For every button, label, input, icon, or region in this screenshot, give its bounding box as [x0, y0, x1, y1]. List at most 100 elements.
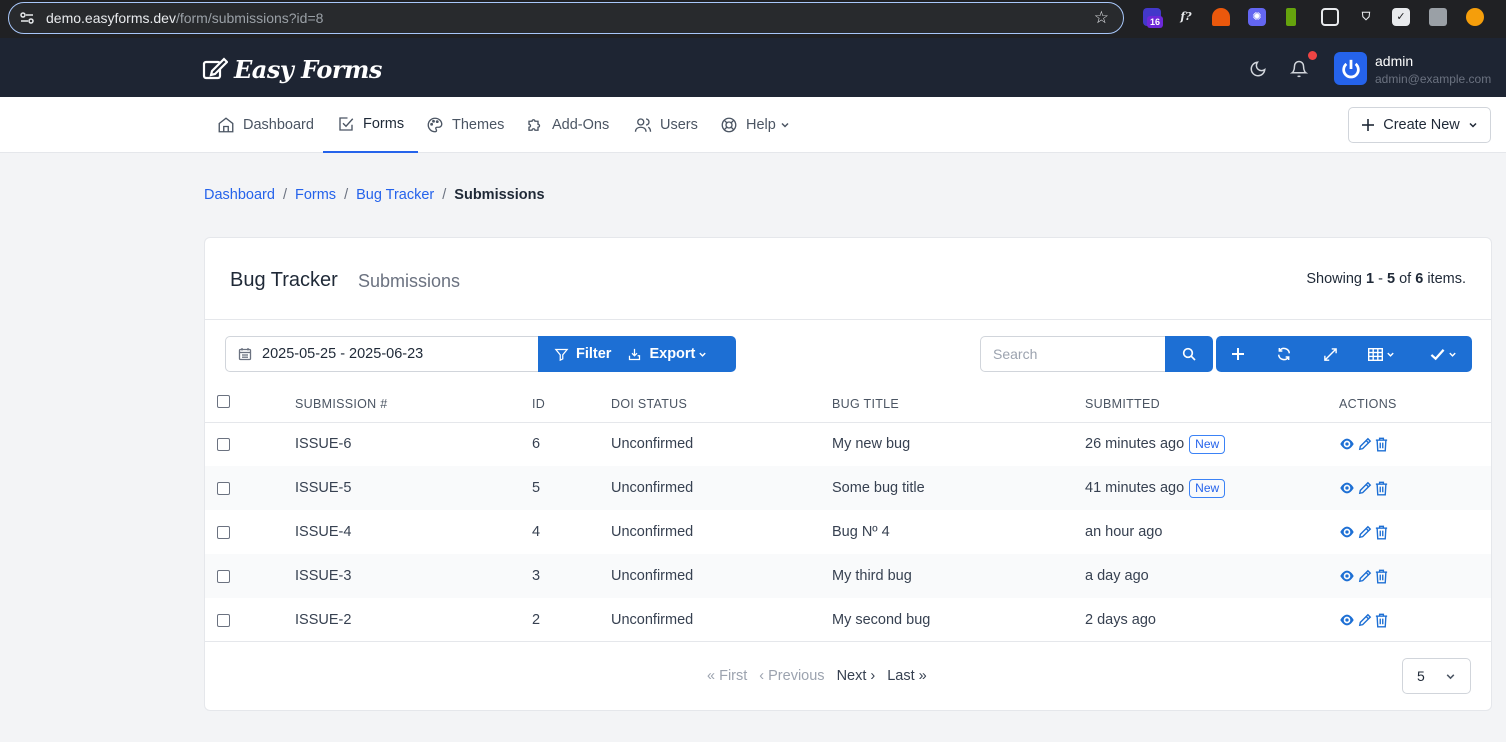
filter-button[interactable]: Filter: [538, 336, 627, 372]
submission-cell[interactable]: ISSUE-5: [295, 466, 532, 510]
extension-icon[interactable]: [1321, 8, 1339, 26]
table-row[interactable]: ISSUE-5 5 Unconfirmed Some bug title 41 minu…: [205, 466, 1491, 510]
row-checkbox[interactable]: [217, 437, 230, 451]
pagination-previous[interactable]: ‹ Previous: [759, 668, 824, 684]
submission-cell[interactable]: ISSUE-6: [295, 422, 532, 466]
column-header-bug-title[interactable]: BUG TITLE: [832, 386, 1085, 423]
search-button[interactable]: [1165, 336, 1213, 372]
edit-pencil-icon[interactable]: [1358, 569, 1372, 583]
create-new-button[interactable]: Create New: [1348, 107, 1491, 143]
submission-cell[interactable]: ISSUE-4: [295, 510, 532, 554]
address-bar[interactable]: demo.easyforms.dev/form/submissions?id=8…: [8, 2, 1124, 34]
add-submission-button[interactable]: [1216, 336, 1260, 372]
view-icon[interactable]: [1339, 569, 1355, 583]
edit-pencil-icon[interactable]: [1358, 437, 1372, 451]
extension-icon[interactable]: [1286, 8, 1296, 26]
export-button[interactable]: Export: [627, 336, 723, 372]
row-checkbox[interactable]: [217, 481, 230, 495]
row-checkbox[interactable]: [217, 569, 230, 583]
notifications-bell-icon[interactable]: [1290, 60, 1308, 78]
extension-badge: 16: [1147, 16, 1164, 28]
extension-icon[interactable]: ✺: [1248, 8, 1266, 26]
column-header-doi-status[interactable]: DOI STATUS: [611, 386, 832, 423]
nav-item-forms[interactable]: Forms: [323, 97, 419, 153]
breadcrumb-bug-tracker[interactable]: Bug Tracker: [356, 187, 434, 203]
fullscreen-button[interactable]: [1308, 336, 1352, 372]
logo[interactable]: Easy Forms: [202, 54, 382, 84]
chevron-down-icon: [1386, 352, 1394, 357]
view-icon[interactable]: [1339, 613, 1355, 627]
edit-pencil-icon[interactable]: [1358, 525, 1372, 539]
pagination-first[interactable]: « First: [707, 668, 747, 684]
view-icon[interactable]: [1339, 437, 1355, 451]
nav-label: Users: [660, 117, 698, 133]
select-all-checkbox[interactable]: [217, 395, 230, 409]
edit-pencil-icon[interactable]: [1358, 481, 1372, 495]
delete-trash-icon[interactable]: [1375, 481, 1388, 496]
pagination-last[interactable]: Last »: [887, 668, 927, 684]
status-badge: New: [1189, 434, 1226, 454]
edit-logo-icon: [202, 57, 228, 80]
breadcrumb-separator: /: [442, 187, 447, 203]
nav-item-themes[interactable]: Themes: [426, 97, 504, 153]
table-row[interactable]: ISSUE-2 2 Unconfirmed My second bug 2 days a…: [205, 598, 1491, 642]
nav-item-users[interactable]: Users: [634, 97, 698, 153]
row-checkbox[interactable]: [217, 613, 230, 627]
breadcrumb-dashboard[interactable]: Dashboard: [204, 187, 275, 203]
row-checkbox[interactable]: [217, 525, 230, 539]
per-page-select[interactable]: 5: [1402, 658, 1471, 694]
search-input[interactable]: [980, 336, 1166, 372]
date-range-input[interactable]: 2025-05-25 - 2025-06-23: [225, 336, 539, 372]
delete-trash-icon[interactable]: [1375, 525, 1388, 540]
actions-cell: [1339, 422, 1491, 466]
row-select-cell: [205, 510, 295, 554]
logo-text: Easy Forms: [234, 54, 382, 84]
user-name[interactable]: admin: [1375, 53, 1413, 69]
view-icon[interactable]: [1339, 525, 1355, 539]
doi-status-cell: Unconfirmed: [611, 612, 694, 628]
column-header-submission[interactable]: SUBMISSION #: [295, 386, 532, 423]
breadcrumb-forms[interactable]: Forms: [295, 187, 336, 203]
bulk-actions-button[interactable]: [1414, 336, 1472, 372]
font-extension-icon[interactable]: f?: [1177, 8, 1195, 26]
row-select-cell: [205, 422, 295, 466]
shield-extension-icon[interactable]: ⛉: [1357, 8, 1375, 26]
refresh-icon: [1277, 347, 1291, 361]
columns-toggle-button[interactable]: [1358, 336, 1404, 372]
delete-trash-icon[interactable]: [1375, 613, 1388, 628]
table-row[interactable]: ISSUE-6 6 Unconfirmed My new bug 26 minutes …: [205, 422, 1491, 466]
submissions-table: SUBMISSION # ID DOI STATUS BUG TITLE SUB…: [205, 386, 1491, 642]
site-settings-icon[interactable]: [19, 10, 35, 26]
pagination-next[interactable]: Next ›: [837, 668, 876, 684]
breadcrumb: Dashboard / Forms / Bug Tracker / Submis…: [204, 187, 545, 203]
nav-item-help[interactable]: Help: [720, 97, 790, 153]
submission-cell[interactable]: ISSUE-3: [295, 554, 532, 598]
column-header-submitted[interactable]: SUBMITTED: [1085, 386, 1339, 423]
plus-icon: [1232, 348, 1244, 360]
column-header-id[interactable]: ID: [532, 386, 611, 423]
doi-status-cell: Unconfirmed: [611, 466, 832, 510]
delete-trash-icon[interactable]: [1375, 437, 1388, 452]
submitted-cell: 26 minutes ago New: [1085, 422, 1339, 466]
refresh-button[interactable]: [1262, 336, 1306, 372]
bookmark-star-icon[interactable]: ☆: [1094, 8, 1109, 28]
avatar[interactable]: [1334, 52, 1367, 85]
camera-extension-icon[interactable]: [1429, 8, 1447, 26]
extension-icon[interactable]: [1466, 8, 1484, 26]
extension-icon[interactable]: [1212, 8, 1230, 26]
check-extension-icon[interactable]: ✓: [1392, 8, 1410, 26]
table-row[interactable]: ISSUE-4 4 Unconfirmed Bug Nº 4 an hour ago: [205, 510, 1491, 554]
url-text[interactable]: demo.easyforms.dev/form/submissions?id=8: [46, 10, 323, 26]
nav-item-dashboard[interactable]: Dashboard: [217, 97, 314, 153]
items-summary: Showing 1 - 5 of 6 items.: [1306, 271, 1466, 287]
view-icon[interactable]: [1339, 481, 1355, 495]
actions-cell: [1339, 466, 1491, 510]
nav-item-add-ons[interactable]: Add-Ons: [526, 97, 609, 153]
dark-mode-toggle-icon[interactable]: [1249, 60, 1267, 78]
actions-cell: [1339, 510, 1491, 554]
table-row[interactable]: ISSUE-3 3 Unconfirmed My third bug a day ago: [205, 554, 1491, 598]
submitted-time: a day ago: [1085, 568, 1149, 584]
delete-trash-icon[interactable]: [1375, 569, 1388, 584]
submission-cell[interactable]: ISSUE-2: [295, 598, 532, 642]
edit-pencil-icon[interactable]: [1358, 613, 1372, 627]
